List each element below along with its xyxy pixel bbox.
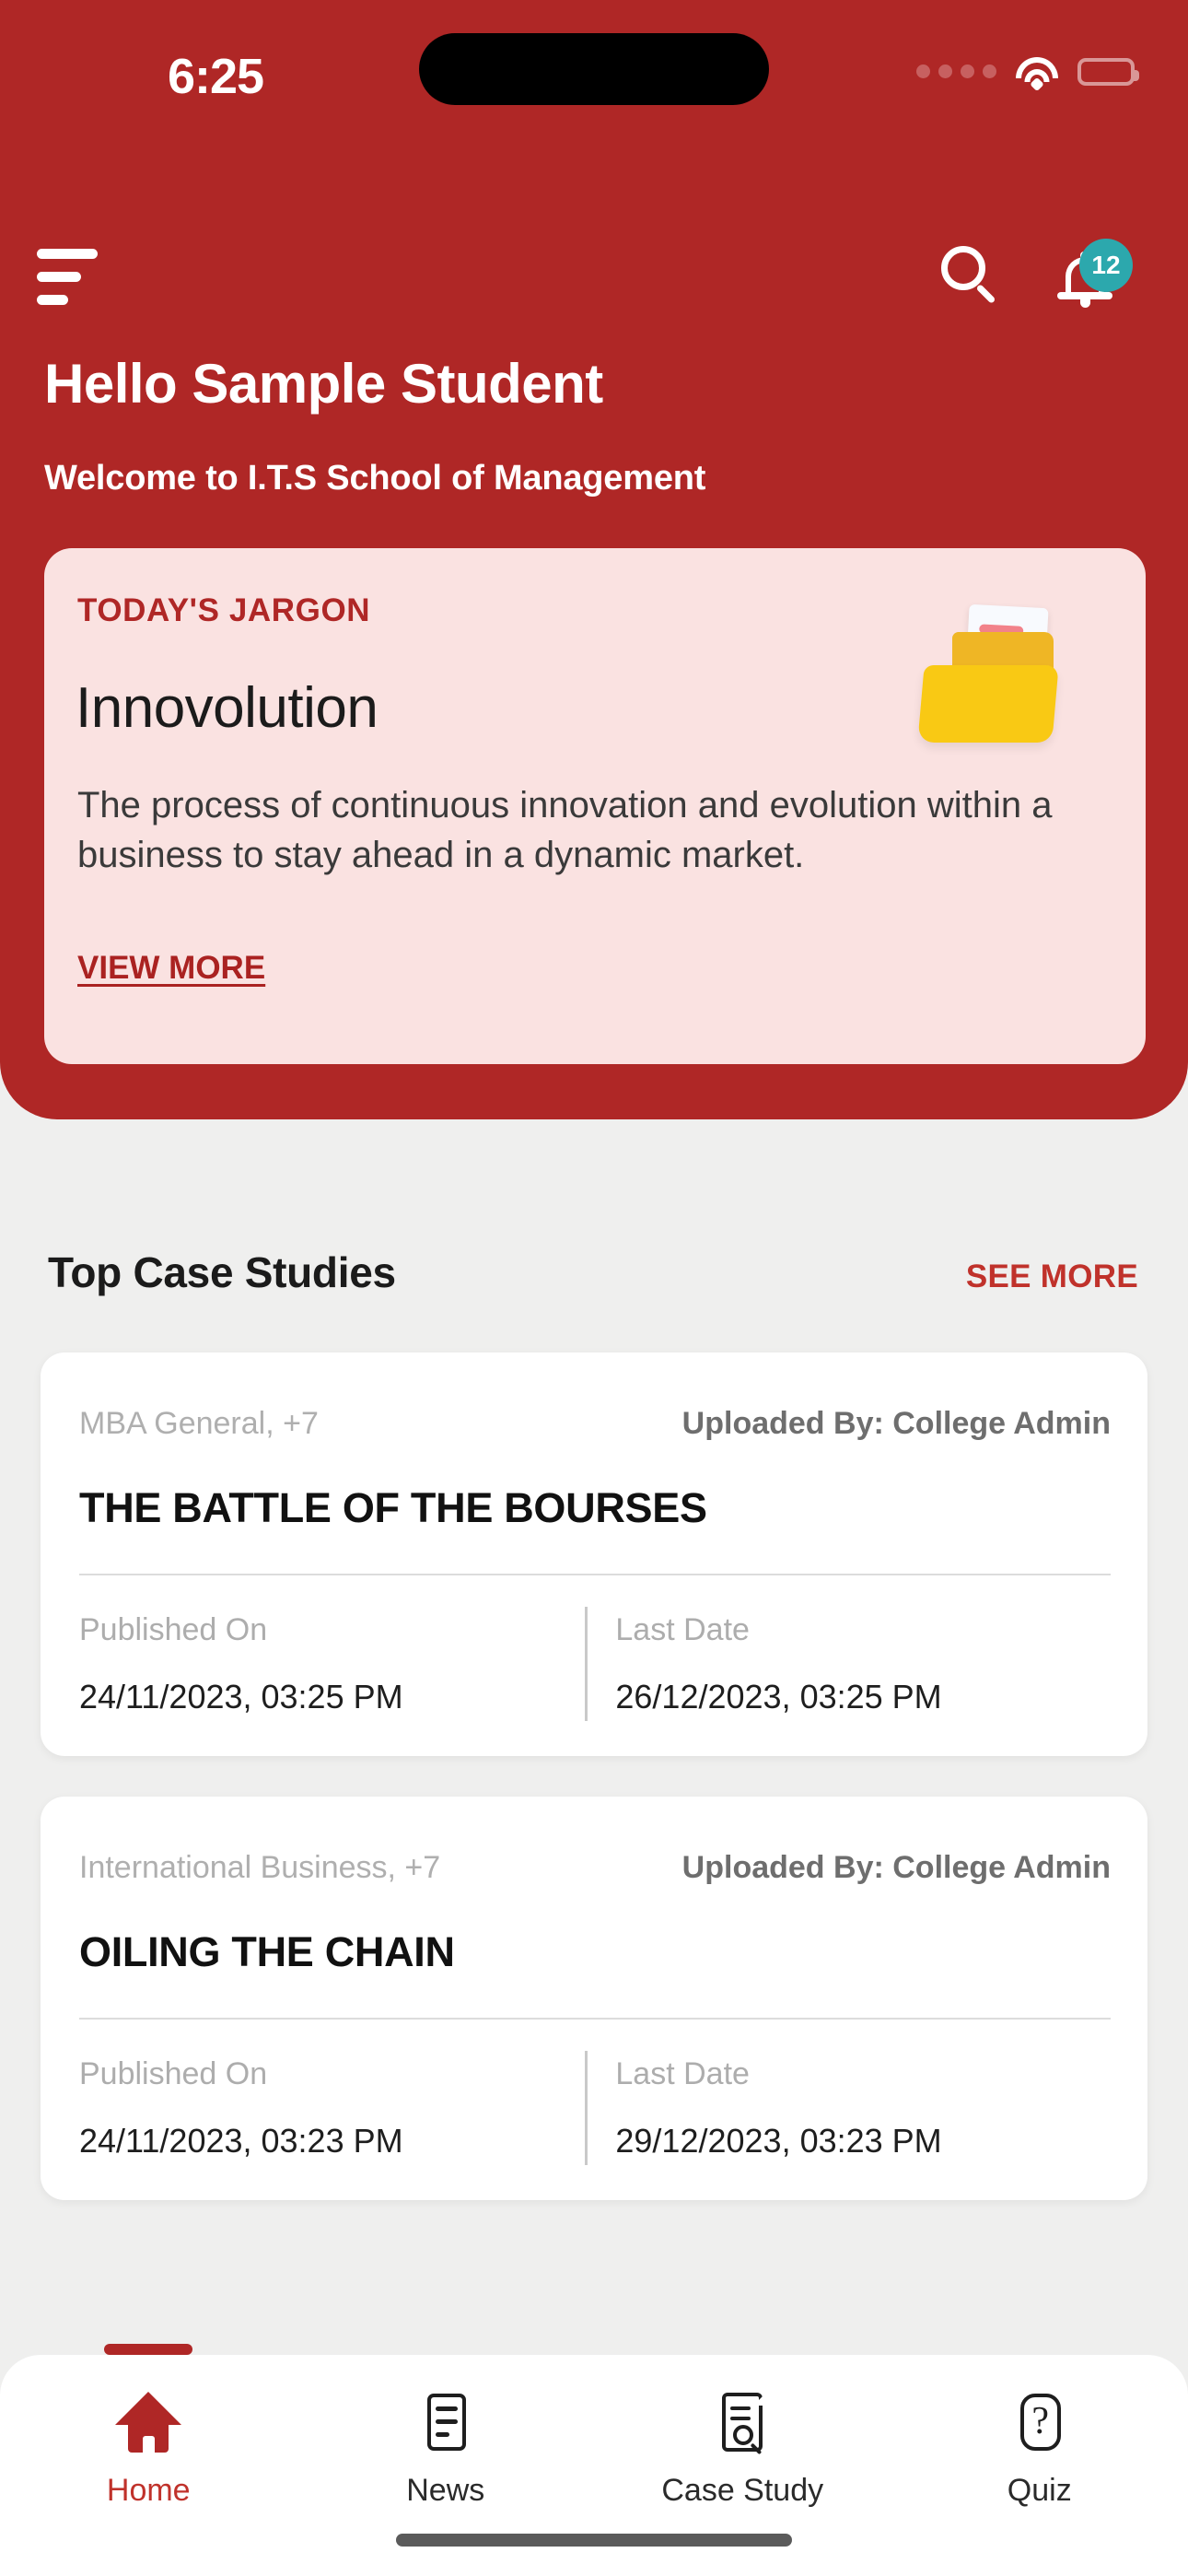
- jargon-label: TODAY'S JARGON: [77, 592, 371, 628]
- see-more-button[interactable]: SEE MORE: [966, 1259, 1138, 1295]
- greeting-subtitle: Welcome to I.T.S School of Management: [44, 459, 706, 498]
- top-nav-row: 12: [0, 198, 1188, 308]
- notification-bell-button[interactable]: 12: [1050, 239, 1133, 323]
- battery-full-icon: [1077, 58, 1139, 86]
- jargon-view-more-link[interactable]: VIEW MORE: [77, 950, 265, 987]
- case-study-tags: MBA General, +7: [79, 1406, 319, 1441]
- published-on-block: Published On 24/11/2023, 03:25 PM: [79, 1612, 575, 1716]
- case-study-title: THE BATTLE OF THE BOURSES: [79, 1484, 707, 1531]
- bottom-nav-items: Home News Case Study ? Quiz: [0, 2344, 1188, 2539]
- notification-badge: 12: [1079, 239, 1133, 292]
- published-on-value: 24/11/2023, 03:23 PM: [79, 2122, 403, 2160]
- signal-dots-icon: [916, 64, 996, 80]
- last-date-block: Last Date 29/12/2023, 03:23 PM: [615, 2056, 1111, 2160]
- hamburger-menu-icon[interactable]: [37, 249, 120, 305]
- home-indicator[interactable]: [396, 2534, 792, 2547]
- case-study-card[interactable]: International Business, +7 Uploaded By: …: [41, 1797, 1147, 2200]
- case-study-uploader: Uploaded By: College Admin: [681, 1406, 1111, 1441]
- nav-item-home[interactable]: Home: [0, 2344, 297, 2539]
- case-study-dates: Published On 24/11/2023, 03:25 PM Last D…: [79, 1612, 1111, 1732]
- nav-item-news[interactable]: News: [297, 2355, 595, 2539]
- jargon-description: The process of continuous innovation and…: [77, 785, 1053, 875]
- section-title-case-studies: Top Case Studies: [48, 1248, 396, 1296]
- app-root: 6:25 12 Hello Sample Student Welcome to …: [0, 0, 1188, 2576]
- published-on-block: Published On 24/11/2023, 03:23 PM: [79, 2056, 575, 2160]
- nav-label-news: News: [406, 2473, 485, 2508]
- search-icon[interactable]: [939, 244, 1004, 309]
- active-tab-indicator: [104, 2344, 193, 2355]
- case-study-uploader: Uploaded By: College Admin: [681, 1850, 1111, 1885]
- case-study-tags: International Business, +7: [79, 1850, 441, 1885]
- case-study-title: OILING THE CHAIN: [79, 1928, 455, 1975]
- status-bar: 6:25: [0, 0, 1188, 138]
- divider: [79, 1574, 1111, 1575]
- nav-item-case-study[interactable]: Case Study: [594, 2355, 891, 2539]
- nav-label-quiz: Quiz: [1007, 2473, 1072, 2508]
- bottom-navigation-bar: Home News Case Study ? Quiz: [0, 2344, 1188, 2576]
- wifi-icon: [1015, 55, 1059, 92]
- last-date-label: Last Date: [615, 2056, 750, 2091]
- last-date-block: Last Date 26/12/2023, 03:25 PM: [615, 1612, 1111, 1716]
- dynamic-island: [419, 33, 769, 105]
- case-study-dates: Published On 24/11/2023, 03:23 PM Last D…: [79, 2056, 1111, 2176]
- nav-label-home: Home: [106, 2473, 191, 2508]
- status-bar-indicators: [916, 55, 1139, 92]
- published-on-label: Published On: [79, 1612, 268, 1647]
- document-search-icon: [709, 2390, 775, 2455]
- divider: [79, 2018, 1111, 2020]
- jargon-word: Innovolution: [76, 676, 379, 740]
- last-date-label: Last Date: [615, 1612, 750, 1647]
- home-icon: [115, 2390, 182, 2454]
- folder-document-icon: [895, 595, 1070, 754]
- published-on-label: Published On: [79, 2056, 268, 2091]
- greeting-title: Hello Sample Student: [44, 353, 603, 415]
- nav-item-quiz[interactable]: ? Quiz: [891, 2355, 1188, 2539]
- nav-label-case-study: Case Study: [661, 2473, 824, 2508]
- news-list-icon: [413, 2390, 479, 2454]
- last-date-value: 26/12/2023, 03:25 PM: [615, 1678, 942, 1715]
- question-mark-icon: ?: [1007, 2390, 1073, 2454]
- published-on-value: 24/11/2023, 03:25 PM: [79, 1678, 403, 1715]
- case-study-card[interactable]: MBA General, +7 Uploaded By: College Adm…: [41, 1352, 1147, 1756]
- status-bar-time: 6:25: [168, 49, 264, 104]
- last-date-value: 29/12/2023, 03:23 PM: [615, 2122, 942, 2160]
